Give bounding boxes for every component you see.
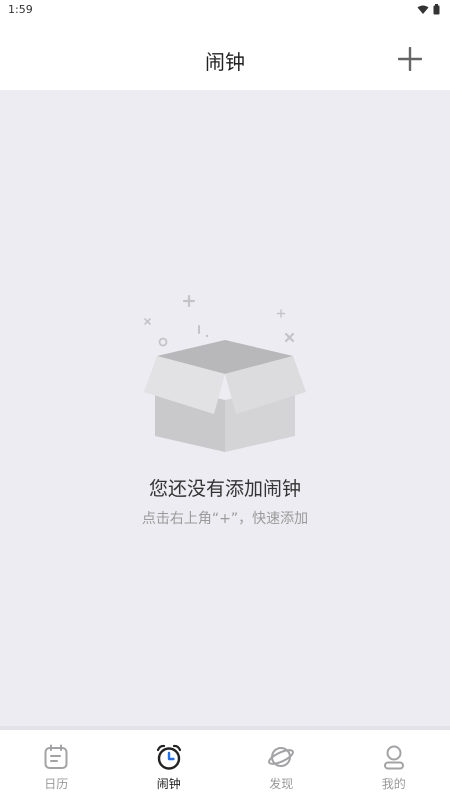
tab-profile[interactable]: 我的 — [338, 730, 450, 800]
header: 闹钟 — [0, 22, 450, 90]
wifi-icon — [417, 5, 429, 14]
page-title: 闹钟 — [205, 50, 245, 74]
tab-label-alarm: 闹钟 — [156, 777, 181, 791]
alarm-clock-icon — [156, 744, 181, 770]
planet-icon — [268, 747, 295, 767]
tab-label-calendar: 日历 — [44, 777, 69, 791]
plus-icon — [397, 46, 423, 72]
battery-icon — [433, 4, 440, 15]
empty-state-title: 您还没有添加闹钟 — [148, 478, 301, 500]
status-icons — [417, 4, 440, 15]
status-bar: 1:59 — [0, 0, 450, 22]
tab-alarm[interactable]: 闹钟 — [113, 730, 226, 800]
status-time: 1:59 — [8, 3, 33, 16]
add-alarm-button[interactable] — [397, 46, 423, 72]
tab-label-profile: 我的 — [381, 777, 406, 791]
tab-discover[interactable]: 发现 — [225, 730, 338, 800]
empty-box-icon — [144, 294, 306, 452]
person-icon — [383, 745, 404, 770]
tab-calendar[interactable]: 日历 — [0, 730, 113, 800]
calendar-icon — [44, 744, 68, 769]
tab-label-discover: 发现 — [269, 777, 294, 791]
bottom-tab-bar: 日历 闹钟 发现 我的 — [0, 730, 450, 800]
empty-state-hint: 点击右上角“+”，快速添加 — [141, 511, 309, 527]
